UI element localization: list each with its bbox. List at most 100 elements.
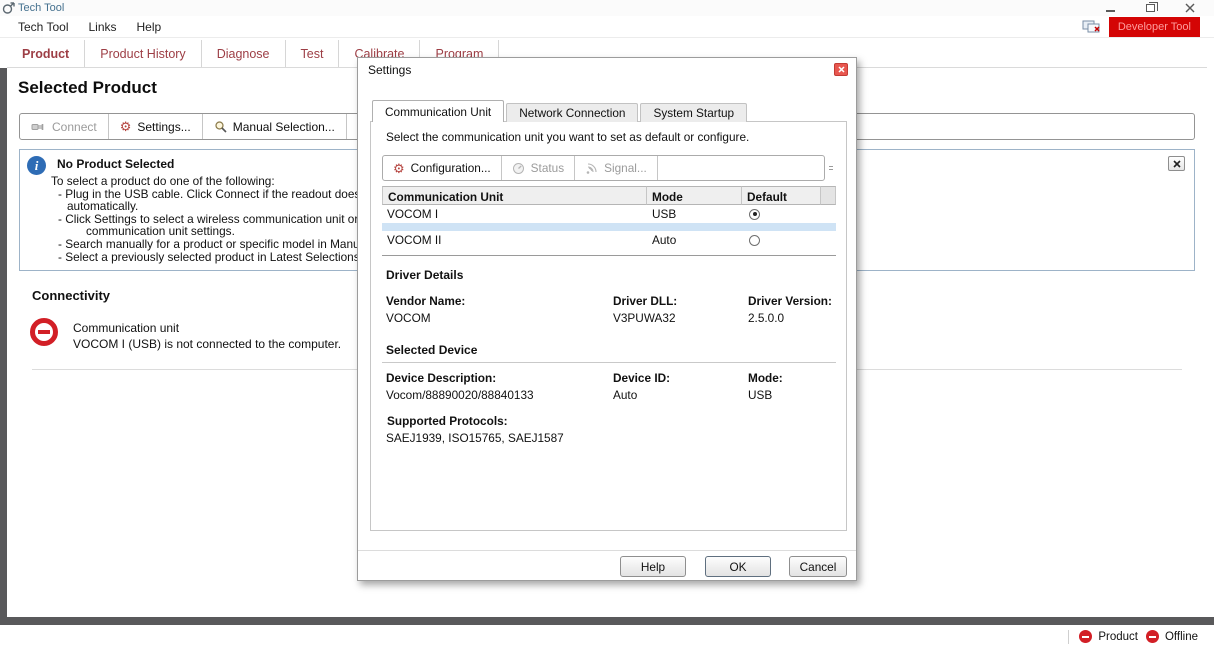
dialog-tab-label: Network Connection xyxy=(519,106,625,120)
configuration-label: Configuration... xyxy=(411,161,491,175)
toolbar-overflow-handle[interactable] xyxy=(828,159,833,177)
column-header-mode: Mode xyxy=(647,186,742,205)
unit-cell: VOCOM I xyxy=(382,205,647,223)
signal-button[interactable]: Signal... xyxy=(575,156,658,180)
statusbar-divider xyxy=(1068,630,1069,644)
default-radio-vocom1[interactable] xyxy=(749,209,760,220)
tab-test-label: Test xyxy=(301,47,324,61)
device-description-value: Vocom/88890020/88840133 xyxy=(386,388,534,402)
default-cell xyxy=(742,205,821,223)
dialog-tab-label: System Startup xyxy=(653,106,734,120)
status-button[interactable]: Status xyxy=(502,156,575,180)
menu-tech-tool[interactable]: Tech Tool xyxy=(18,20,68,34)
window-controls xyxy=(1104,2,1214,14)
settings-button[interactable]: ⚙ Settings... xyxy=(109,114,203,139)
restore-icon xyxy=(1146,4,1155,12)
dialog-close-button[interactable] xyxy=(834,63,848,76)
settings-dialog: Settings Communication Unit Network Conn… xyxy=(357,57,857,581)
menubar: Tech Tool Links Help Developer Tool xyxy=(0,16,1214,38)
mode-cell: USB xyxy=(647,205,742,223)
settings-label: Settings... xyxy=(137,120,190,134)
tab-product-label: Product xyxy=(22,47,69,61)
tab-product-history[interactable]: Product History xyxy=(85,40,201,67)
dialog-tab-communication-unit[interactable]: Communication Unit xyxy=(372,100,504,122)
signal-label: Signal... xyxy=(604,161,647,175)
driver-dll-value: V3PUWA32 xyxy=(613,311,676,325)
dialog-description: Select the communication unit you want t… xyxy=(386,130,749,144)
dialog-tab-system-startup[interactable]: System Startup xyxy=(640,103,747,122)
device-mode-label: Mode: xyxy=(748,371,783,385)
driver-version-label: Driver Version: xyxy=(748,294,832,308)
divider xyxy=(382,362,836,363)
close-icon xyxy=(838,66,845,73)
product-status-label: Product xyxy=(1098,631,1138,643)
connect-label: Connect xyxy=(52,120,97,134)
selected-row-highlight xyxy=(382,223,836,231)
window-frame-left xyxy=(0,68,7,617)
developer-tool-badge: Developer Tool xyxy=(1109,17,1200,37)
menu-help[interactable]: Help xyxy=(137,20,162,34)
driver-dll-label: Driver DLL: xyxy=(613,294,677,308)
menu-links[interactable]: Links xyxy=(88,20,116,34)
page-title: Selected Product xyxy=(18,78,157,98)
communication-unit-status-icon xyxy=(1082,19,1102,34)
statusbar: Product Offline xyxy=(0,625,1214,648)
offline-status-icon xyxy=(1146,630,1159,643)
product-status-icon xyxy=(1079,630,1092,643)
manual-selection-button[interactable]: Manual Selection... xyxy=(203,114,347,139)
device-id-value: Auto xyxy=(613,388,637,402)
tab-product[interactable]: Product xyxy=(7,40,85,67)
dialog-tabbar: Communication Unit Network Connection Sy… xyxy=(372,100,749,122)
configuration-button[interactable]: ⚙ Configuration... xyxy=(383,156,502,180)
dialog-title: Settings xyxy=(368,63,411,77)
connect-button[interactable]: Connect xyxy=(20,114,109,139)
vendor-name-value: VOCOM xyxy=(386,311,431,325)
manual-selection-label: Manual Selection... xyxy=(233,120,335,134)
ok-button[interactable]: OK xyxy=(705,556,771,577)
connectivity-heading: Connectivity xyxy=(32,288,110,303)
default-radio-vocom2[interactable] xyxy=(749,235,760,246)
communication-unit-panel: Select the communication unit you want t… xyxy=(370,121,847,531)
divider xyxy=(382,255,836,256)
dialog-toolbar: ⚙ Configuration... Status xyxy=(382,155,825,181)
status-label: Status xyxy=(531,161,564,175)
info-close-button[interactable] xyxy=(1168,156,1185,171)
help-button[interactable]: Help xyxy=(620,556,686,577)
cancel-button[interactable]: Cancel xyxy=(789,556,847,577)
driver-details-heading: Driver Details xyxy=(386,268,463,282)
tab-test[interactable]: Test xyxy=(286,40,340,67)
column-header-unit: Communication Unit xyxy=(382,186,647,205)
tab-diagnose[interactable]: Diagnose xyxy=(202,40,286,67)
column-header-default: Default xyxy=(742,186,821,205)
column-header-filler xyxy=(821,186,836,205)
driver-version-value: 2.5.0.0 xyxy=(748,311,784,325)
dialog-tab-network-connection[interactable]: Network Connection xyxy=(506,103,638,122)
close-window-button[interactable] xyxy=(1184,2,1196,14)
offline-status-label: Offline xyxy=(1165,631,1198,643)
info-title: No Product Selected xyxy=(57,157,174,171)
communication-unit-status: VOCOM I (USB) is not connected to the co… xyxy=(73,337,341,351)
default-cell xyxy=(742,231,821,249)
signal-icon xyxy=(585,162,598,175)
gauge-icon xyxy=(512,162,525,175)
close-icon xyxy=(1185,3,1195,13)
restore-button[interactable] xyxy=(1144,2,1156,14)
connect-plug-icon xyxy=(31,121,46,133)
supported-protocols-value: SAEJ1939, ISO15765, SAEJ1587 xyxy=(386,431,564,445)
tab-diagnose-label: Diagnose xyxy=(217,47,270,61)
app-logo-icon xyxy=(2,2,15,15)
table-row-vocom1[interactable]: VOCOM I USB xyxy=(382,205,836,223)
menubar-right: Developer Tool xyxy=(1082,17,1214,37)
settings-gear-icon: ⚙ xyxy=(120,120,132,133)
device-mode-value: USB xyxy=(748,388,772,402)
table-row-vocom2[interactable]: VOCOM II Auto xyxy=(382,231,836,249)
minimize-button[interactable] xyxy=(1104,2,1116,14)
mode-cell: Auto xyxy=(647,231,742,249)
statusbar-product: Product xyxy=(1079,630,1138,643)
configuration-gear-icon: ⚙ xyxy=(393,162,405,175)
minimize-icon xyxy=(1106,10,1115,12)
selected-device-heading: Selected Device xyxy=(386,343,477,357)
info-icon: i xyxy=(27,156,46,175)
magnifier-icon xyxy=(214,120,227,133)
tab-product-history-label: Product History xyxy=(100,47,185,61)
